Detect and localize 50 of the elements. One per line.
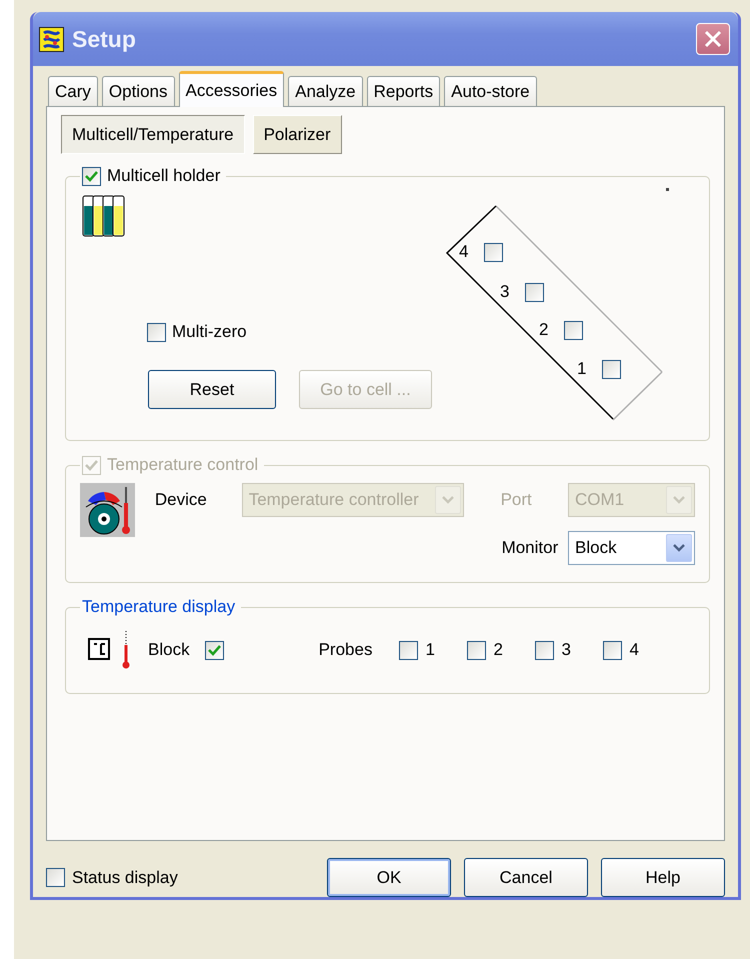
tab[interactable]: Analyze [288,76,363,106]
tab[interactable]: Reports [366,76,440,106]
checkbox[interactable] [535,640,554,660]
reset-button[interactable]: Reset [148,370,276,409]
tab[interactable]: Auto-store [444,76,537,106]
dialog-button[interactable]: OK [327,858,451,897]
cell-number: 1 [577,359,586,379]
field-label: Monitor [502,538,560,558]
checkbox[interactable] [467,640,486,660]
checkbox-label: 2 [493,640,503,660]
dialog-button[interactable]: Help [601,858,725,897]
close-button[interactable] [696,23,730,55]
tab[interactable]: Options [102,76,174,106]
probes-label: Probes [318,640,372,660]
tab[interactable]: Cary [48,76,98,106]
cell-checkbox[interactable] [484,242,504,262]
field-label: Port [500,490,533,510]
checkbox[interactable] [603,640,622,660]
checkbox[interactable] [204,640,224,660]
chevron-icon [673,544,685,552]
group-label: Temperature control [107,455,258,475]
window-title: Setup [72,26,137,52]
app-icon [39,26,64,52]
checkbox-label: Block [148,640,190,660]
checkbox-label: 4 [629,640,639,660]
checkbox[interactable] [82,166,101,186]
field-label: Device [154,490,208,510]
checkbox-label: 3 [561,640,571,660]
cell-number: 3 [500,282,510,302]
checkbox-label: Multi-zero [172,322,247,342]
checkbox-label: Status display [72,868,178,888]
cell-checkbox[interactable] [525,282,544,302]
checkbox[interactable] [399,640,418,660]
temperature-controller-icon [80,483,135,537]
tab[interactable]: Accessories [178,71,284,107]
checkbox-label: 1 [425,640,435,660]
dialog-button[interactable]: Cancel [464,858,588,897]
close-icon [704,30,722,48]
chevron-icon [442,496,454,504]
subtab-button[interactable]: Polarizer [252,115,342,154]
cell-number: 2 [539,320,548,340]
checkbox[interactable] [46,868,65,887]
group-label: Temperature display [82,597,236,617]
checkbox[interactable] [147,322,166,342]
cell-number: 4 [459,242,468,262]
cell-checkbox[interactable] [564,320,584,340]
subtab-button[interactable]: Multicell/Temperature [61,115,245,154]
group-label: Multicell holder [107,166,220,186]
chevron-icon [673,496,685,504]
cell-checkbox[interactable] [602,360,622,378]
